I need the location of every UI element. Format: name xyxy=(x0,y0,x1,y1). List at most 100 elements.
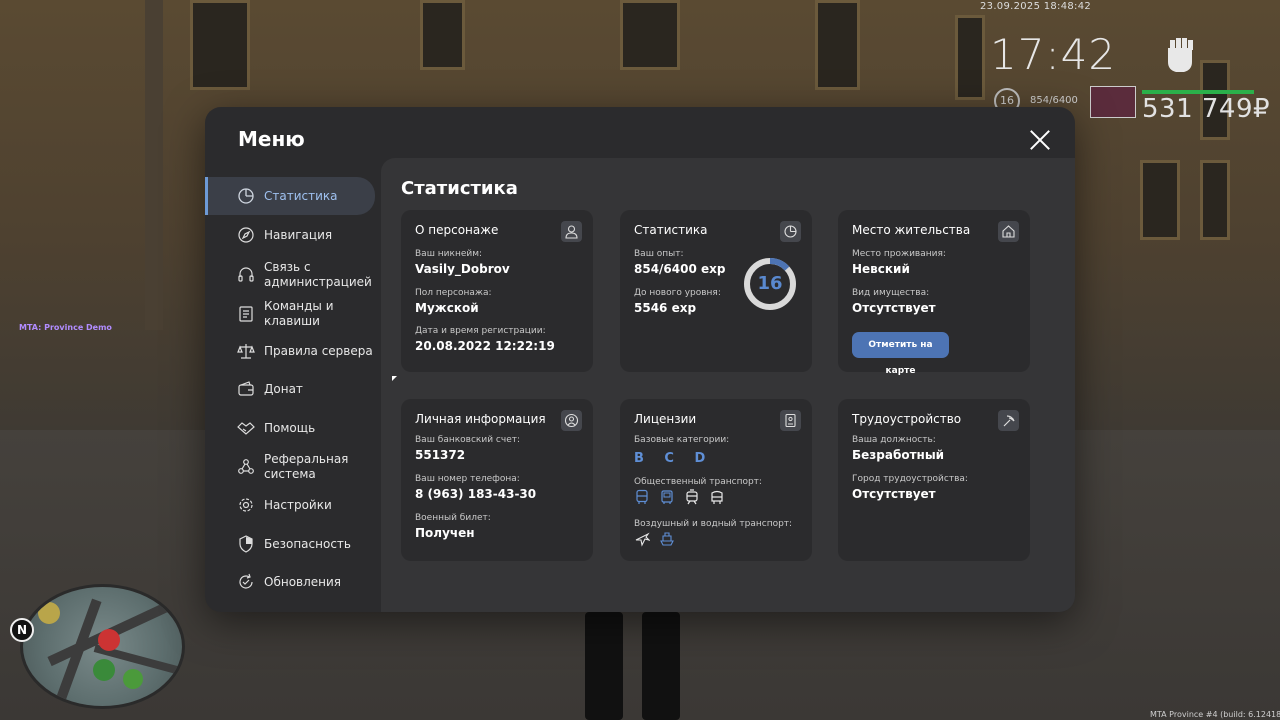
tram-icon xyxy=(684,489,700,505)
bank-label: Ваш банковский счет: xyxy=(415,435,521,445)
shield-icon xyxy=(239,535,253,553)
id-card-icon xyxy=(780,410,801,431)
card-title: О персонаже xyxy=(415,223,499,237)
window xyxy=(815,0,860,90)
hud-datetime: 23.09.2025 18:48:42 xyxy=(980,1,1092,12)
pole xyxy=(145,0,163,330)
content-title: Статистика xyxy=(401,178,518,199)
house-icon xyxy=(998,221,1019,242)
refresh-check-icon xyxy=(239,573,253,589)
handshake-icon xyxy=(237,422,255,435)
map-marker xyxy=(38,602,60,624)
map-marker xyxy=(123,669,143,689)
sidebar-item-donate[interactable]: Донат xyxy=(205,377,375,401)
card-title: Трудоустройство xyxy=(852,412,962,426)
gender-label: Пол персонажа: xyxy=(415,288,492,298)
sidebar-item-settings[interactable]: Настройки xyxy=(205,493,375,517)
user-icon xyxy=(561,221,582,242)
window xyxy=(1140,160,1180,240)
residence-value: Невский xyxy=(852,262,910,276)
mouse-cursor xyxy=(392,376,397,381)
exp-value: 854/6400 exp xyxy=(634,262,726,276)
public-transport-icons xyxy=(634,489,725,505)
window xyxy=(1200,160,1230,240)
property-label: Вид имущества: xyxy=(852,288,930,298)
base-categories-label: Базовые категории: xyxy=(634,435,730,445)
registration-label: Дата и время регистрации: xyxy=(415,326,546,336)
street-sign xyxy=(1090,86,1136,118)
employment-city-label: Город трудоустройства: xyxy=(852,474,968,484)
licenses-card: Лицензии Базовые категории: B C D Общест… xyxy=(620,399,812,561)
close-button[interactable] xyxy=(1028,128,1052,152)
sidebar-item-help[interactable]: Помощь xyxy=(205,416,375,440)
sidebar-item-admin-contact[interactable]: Связь с администрацией xyxy=(205,259,375,291)
pickaxe-icon xyxy=(998,410,1019,431)
pie-chart-icon xyxy=(238,188,254,204)
position-label: Ваша должность: xyxy=(852,435,936,445)
base-categories-value: B C D xyxy=(634,451,714,466)
military-value: Получен xyxy=(415,526,475,540)
nickname-label: Ваш никнейм: xyxy=(415,249,483,259)
build-tag: MTA Province #4 (build: 6.12418.9 xyxy=(1150,710,1280,719)
phone-label: Ваш номер телефона: xyxy=(415,474,520,484)
house-marker xyxy=(93,659,115,681)
sidebar-item-label: Реферальная система xyxy=(264,452,349,481)
card-title: Статистика xyxy=(634,223,708,237)
residence-label: Место проживания: xyxy=(852,249,946,259)
user-circle-icon xyxy=(561,410,582,431)
sidebar-item-security[interactable]: Безопасность xyxy=(205,532,375,556)
sidebar-item-commands[interactable]: Команды и клавиши xyxy=(205,298,375,330)
sidebar-item-label: Навигация xyxy=(264,227,333,242)
stats-card: Статистика Ваш опыт: 854/6400 exp До нов… xyxy=(620,210,812,372)
window xyxy=(420,0,465,70)
card-title: Место жительства xyxy=(852,223,971,237)
plane-icon xyxy=(634,531,651,547)
minimap xyxy=(20,584,185,709)
nickname-value: Vasily_Dobrov xyxy=(415,262,510,276)
hud-exp: 854/6400 xyxy=(1030,95,1078,106)
server-tag: MTA: Province Demo xyxy=(19,323,112,332)
north-indicator: N xyxy=(10,618,34,642)
next-level-label: До нового уровня: xyxy=(634,288,721,298)
scales-icon xyxy=(237,344,255,359)
trolleybus-icon xyxy=(709,489,725,505)
sidebar-item-rules[interactable]: Правила сервера xyxy=(205,339,375,363)
hud-money: 531 749₽ xyxy=(1142,94,1271,124)
sidebar-item-navigation[interactable]: Навигация xyxy=(205,223,375,247)
residence-card: Место жительства Место проживания: Невск… xyxy=(838,210,1030,376)
personal-info-card: Личная информация Ваш банковский счет: 5… xyxy=(401,399,593,561)
sidebar-item-label: Донат xyxy=(264,381,303,396)
ship-icon xyxy=(659,531,675,547)
sidebar-item-updates[interactable]: Обновления xyxy=(205,570,375,594)
gender-value: Мужской xyxy=(415,301,479,315)
bus-icon xyxy=(634,489,650,505)
window xyxy=(620,0,680,70)
window xyxy=(955,15,985,100)
position-value: Безработный xyxy=(852,448,945,462)
exp-label: Ваш опыт: xyxy=(634,249,684,259)
air-water-icons xyxy=(634,531,675,547)
registration-value: 20.08.2022 12:22:19 xyxy=(415,339,555,353)
mark-on-map-button[interactable]: Отметить на карте xyxy=(852,332,949,376)
menu-title: Меню xyxy=(238,127,305,151)
air-water-label: Воздушный и водный транспорт: xyxy=(634,519,793,529)
sidebar-item-referral[interactable]: Реферальная система xyxy=(205,451,375,483)
menu-window: Меню Статистика Навигация Связь с админи… xyxy=(205,107,1075,612)
bank-value: 551372 xyxy=(415,448,466,462)
property-value: Отсутствует xyxy=(852,301,936,315)
sidebar-item-label: Помощь xyxy=(264,420,316,435)
sidebar-item-label: Команды и клавиши xyxy=(264,299,334,328)
character-card: О персонаже Ваш никнейм: Vasily_Dobrov П… xyxy=(401,210,593,372)
sidebar-item-statistics[interactable]: Статистика xyxy=(205,177,375,215)
military-label: Военный билет: xyxy=(415,513,491,523)
sidebar-item-label: Правила сервера xyxy=(264,343,373,358)
next-level-value: 5546 exp xyxy=(634,301,697,315)
card-title: Личная информация xyxy=(415,412,546,426)
character-legs xyxy=(585,612,680,720)
employment-card: Трудоустройство Ваша должность: Безработ… xyxy=(838,399,1030,561)
compass-icon xyxy=(238,227,254,243)
phone-value: 8 (963) 183-43-30 xyxy=(415,487,537,501)
document-icon xyxy=(239,306,253,322)
window xyxy=(190,0,250,90)
minibus-icon xyxy=(659,489,675,505)
